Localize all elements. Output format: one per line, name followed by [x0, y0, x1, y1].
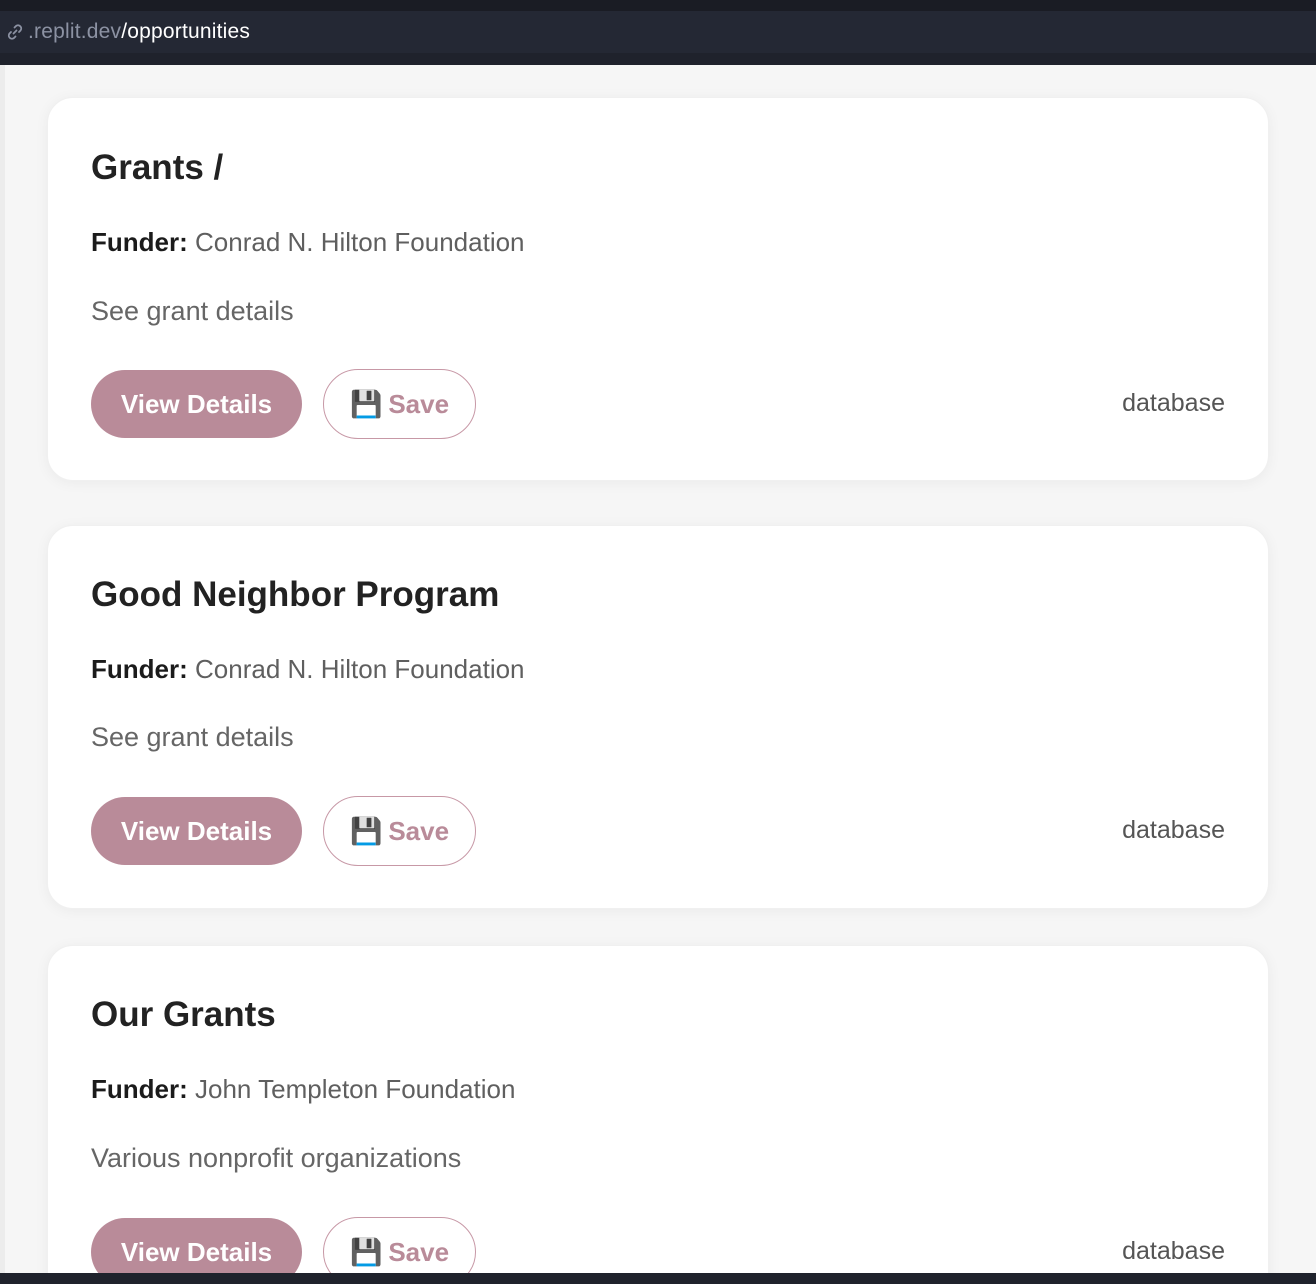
funder-name: John Templeton Foundation: [195, 1074, 516, 1104]
opportunity-funder: Funder: Conrad N. Hilton Foundation: [91, 227, 525, 258]
save-button[interactable]: 💾 Save: [323, 796, 476, 866]
url-field[interactable]: .replit.dev/opportunities: [0, 11, 1316, 53]
opportunity-description: See grant details: [91, 296, 294, 326]
floppy-disk-icon: 💾: [349, 388, 383, 419]
floppy-disk-icon: 💾: [349, 815, 383, 846]
funder-name: Conrad N. Hilton Foundation: [195, 654, 525, 684]
window-bottom-edge: [0, 1273, 1316, 1284]
funder-label: Funder:: [91, 654, 188, 684]
opportunity-funder: Funder: Conrad N. Hilton Foundation: [91, 654, 525, 685]
save-button[interactable]: 💾 Save: [323, 1217, 476, 1273]
opportunity-funder: Funder: John Templeton Foundation: [91, 1074, 515, 1105]
url-path: /opportunities: [121, 20, 251, 43]
opportunity-description: See grant details: [91, 722, 294, 752]
view-details-button[interactable]: View Details: [91, 1218, 302, 1273]
opportunity-title: Grants /: [91, 148, 224, 187]
source-label: database: [1122, 1237, 1225, 1265]
opportunity-card: Good Neighbor Program Funder: Conrad N. …: [47, 525, 1269, 909]
url-host: .replit.dev: [28, 20, 122, 43]
funder-name: Conrad N. Hilton Foundation: [195, 227, 525, 257]
source-label: database: [1122, 389, 1225, 417]
opportunity-title: Good Neighbor Program: [91, 575, 500, 614]
link-icon: [2, 21, 28, 43]
funder-label: Funder:: [91, 227, 188, 257]
opportunity-card: Grants / Funder: Conrad N. Hilton Founda…: [47, 97, 1269, 481]
save-button[interactable]: 💾 Save: [323, 369, 476, 439]
opportunity-card: Our Grants Funder: John Templeton Founda…: [47, 945, 1269, 1273]
opportunity-description: Various nonprofit organizations: [91, 1143, 462, 1173]
source-label: database: [1122, 816, 1225, 844]
opportunities-list[interactable]: Grants / Funder: Conrad N. Hilton Founda…: [0, 65, 1316, 1273]
browser-url-bar: .replit.dev/opportunities: [0, 0, 1316, 65]
view-details-button[interactable]: View Details: [91, 797, 302, 865]
save-button-label: Save: [388, 815, 450, 846]
save-button-label: Save: [388, 1236, 450, 1267]
save-button-label: Save: [388, 388, 450, 419]
floppy-disk-icon: 💾: [349, 1236, 383, 1267]
funder-label: Funder:: [91, 1074, 188, 1104]
view-details-button[interactable]: View Details: [91, 370, 302, 438]
url-bar-divider: [0, 53, 1316, 65]
url-text: .replit.dev/opportunities: [28, 20, 250, 44]
opportunity-title: Our Grants: [91, 995, 276, 1034]
